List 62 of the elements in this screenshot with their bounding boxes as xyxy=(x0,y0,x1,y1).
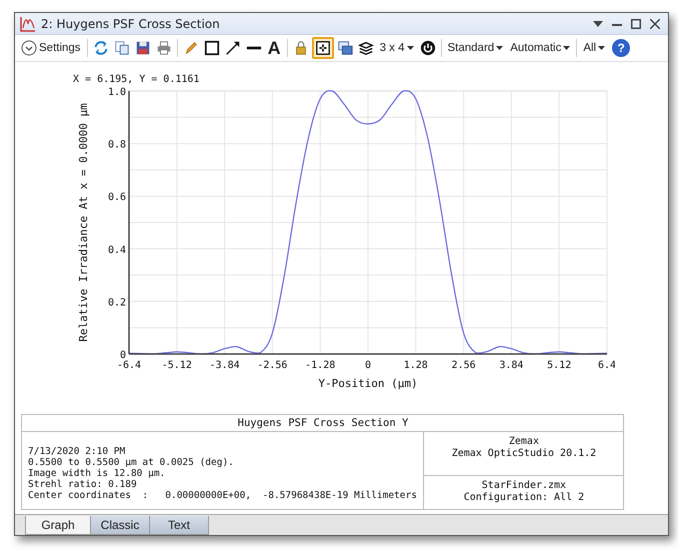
grid-icon xyxy=(316,41,330,55)
dropdown-button[interactable]: Automatic xyxy=(507,37,574,59)
program-info: Zemax xyxy=(508,436,540,448)
text-tool-button[interactable]: A xyxy=(264,37,284,59)
pencil-icon xyxy=(185,42,197,54)
windows-icon xyxy=(338,41,352,55)
y-axis-title: Relative Irradiance At x = 0.0000 µm xyxy=(77,103,90,342)
maximize-icon[interactable] xyxy=(631,18,641,28)
print-icon xyxy=(157,41,170,55)
report-line: Image width is 12.80 µm. xyxy=(28,468,166,479)
view-tab[interactable]: Text xyxy=(149,516,209,535)
chevron-icon xyxy=(21,40,37,56)
arrow-icon xyxy=(226,42,239,55)
view-tab[interactable]: Graph xyxy=(25,516,91,535)
caret-icon xyxy=(598,46,606,50)
x-axis-title: Y-Position (µm) xyxy=(318,377,418,390)
layers-icon xyxy=(358,42,374,55)
dropdown-button[interactable]: 3 x 4 xyxy=(376,37,416,59)
lock-icon xyxy=(296,41,306,55)
refresh-icon xyxy=(94,41,107,55)
report-line: Strehl ratio: 0.189 xyxy=(28,479,138,490)
chart-icon xyxy=(20,16,36,32)
caret-icon xyxy=(406,46,414,50)
window-title: 2: Huygens PSF Cross Section xyxy=(41,16,220,30)
y-tick-label: 0 xyxy=(120,350,126,361)
y-tick-label: 0.4 xyxy=(108,244,126,256)
dropdown-button[interactable]: Standard xyxy=(444,37,506,59)
file-info: StarFinder.zmx xyxy=(480,480,568,492)
x-tick-label: -5.12 xyxy=(162,360,192,371)
dropdown-button[interactable]: All xyxy=(580,37,608,59)
caret-icon xyxy=(496,46,504,50)
power-icon xyxy=(420,40,435,56)
close-icon[interactable] xyxy=(650,18,660,28)
save-icon xyxy=(136,42,149,54)
caret-icon[interactable] xyxy=(593,20,603,26)
y-tick-label: 1.0 xyxy=(108,87,126,98)
x-tick-label: -6.4 xyxy=(116,360,142,371)
y-tick-label: 0.8 xyxy=(108,140,126,151)
x-tick-label: -1.28 xyxy=(305,360,336,371)
help-button[interactable]: ? xyxy=(612,39,630,57)
report-title: Huygens PSF Cross Section Y xyxy=(22,415,624,432)
x-tick-label: -3.84 xyxy=(210,360,240,371)
x-tick-label: 1.28 xyxy=(404,360,428,371)
report-line: Center coordinates : 0.00000000E+00, -8.57968438E-19 Millimeters xyxy=(28,490,417,501)
caret-icon xyxy=(563,46,570,50)
cursor-readout: X = 6.195, Y = 0.1161 xyxy=(73,74,200,85)
rectangle-icon xyxy=(204,40,219,56)
file-info: Configuration: All 2 xyxy=(462,492,586,504)
x-tick-label: 5.12 xyxy=(547,360,572,371)
y-tick-label: 0.6 xyxy=(108,192,126,204)
view-tab[interactable]: Classic xyxy=(90,516,150,535)
report-line: 0.5500 to 0.5500 µm at 0.0025 (deg). xyxy=(28,457,235,468)
grid-button[interactable] xyxy=(312,37,334,59)
report-line: 7/13/2020 2:10 PM xyxy=(28,446,126,457)
x-tick-label: 2.56 xyxy=(452,360,476,371)
x-tick-label: 3.84 xyxy=(499,360,524,371)
y-tick-label: 0.2 xyxy=(108,297,126,308)
copy-icon xyxy=(114,41,128,55)
settings-button[interactable]: Settings xyxy=(18,37,84,59)
program-info: Zemax OpticStudio 20.1.2 xyxy=(450,448,598,460)
x-tick-label: 0 xyxy=(364,360,372,371)
x-tick-label: -2.56 xyxy=(257,360,288,371)
